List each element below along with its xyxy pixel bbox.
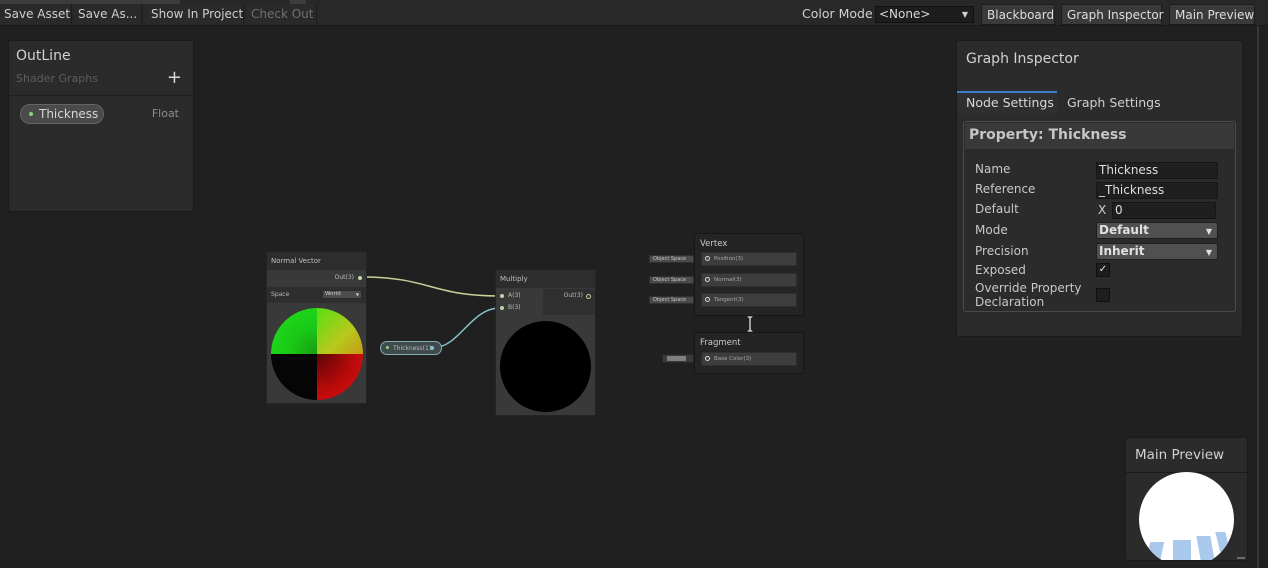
main-preview-title: Main Preview — [1135, 447, 1225, 463]
fragment-context[interactable]: Fragment Base Color(3) — [694, 332, 804, 374]
property-node-label: Thickness(1) — [393, 345, 432, 352]
multiply-node[interactable]: Multiply A(3) B(3) Out(3) — [495, 269, 596, 416]
input-port-b[interactable] — [500, 306, 504, 310]
property-header: Property: Thickness — [965, 123, 1234, 149]
input-port[interactable] — [705, 356, 710, 361]
exposed-checkbox[interactable]: ✓ — [1096, 263, 1110, 277]
reference-field[interactable]: _Thickness — [1096, 182, 1218, 199]
normal-space-chip[interactable]: Object Space — [649, 276, 694, 284]
override-label-line1: Override Property — [975, 281, 1082, 295]
check-icon: ✓ — [1098, 264, 1108, 275]
normal-vector-node[interactable]: Normal Vector Out(3) Space World ▼ — [266, 251, 367, 404]
output-port[interactable] — [586, 294, 591, 299]
preview-sphere[interactable] — [1139, 472, 1234, 560]
vertex-slot-position[interactable]: Position(3) — [701, 252, 797, 266]
fragment-slot-base-color[interactable]: Base Color(3) — [701, 352, 797, 366]
reference-label: Reference — [975, 182, 1036, 196]
slot-label: Base Color(3) — [714, 356, 752, 362]
name-label: Name — [975, 162, 1011, 176]
output-port[interactable] — [358, 276, 362, 280]
chip-label: Object Space — [653, 256, 687, 262]
override-declaration-label: Override Property Declaration — [975, 281, 1082, 309]
chip-label: Object Space — [653, 277, 687, 283]
base-color-swatch-chip[interactable] — [662, 354, 694, 363]
override-declaration-checkbox[interactable] — [1096, 288, 1110, 302]
fragment-title: Fragment — [700, 338, 741, 348]
tab-graph-settings[interactable]: Graph Settings — [1067, 93, 1161, 113]
exposed-label: Exposed — [975, 263, 1026, 277]
float-type-dot-icon — [386, 346, 389, 349]
input-port[interactable] — [705, 256, 710, 261]
mode-value: Default — [1099, 223, 1149, 237]
node-preview — [271, 308, 363, 400]
chevron-down-icon: ▼ — [1205, 248, 1212, 257]
tangent-space-chip[interactable]: Object Space — [649, 296, 694, 304]
wire-thickness-to-multiply[interactable] — [431, 307, 501, 349]
node-title: Multiply — [496, 270, 595, 288]
default-value-field[interactable]: 0 — [1112, 202, 1216, 219]
input-b-label: B(3) — [508, 304, 521, 311]
default-axis-label: X — [1098, 203, 1107, 217]
slot-label: Normal(3) — [714, 277, 742, 283]
precision-value: Inherit — [1099, 244, 1145, 258]
chip-label: Object Space — [653, 297, 687, 303]
position-space-chip[interactable]: Object Space — [649, 255, 694, 263]
mode-dropdown[interactable]: Default ▼ — [1096, 222, 1218, 239]
output-port-label: Out(3) — [334, 274, 354, 281]
vertex-context[interactable]: Vertex Position(3) Normal(3) Tangent(3) — [694, 233, 804, 316]
input-a-label: A(3) — [508, 292, 521, 299]
input-port[interactable] — [705, 297, 710, 302]
resize-handle-icon[interactable] — [1237, 557, 1245, 559]
output-port-label: Out(3) — [563, 292, 583, 299]
vertex-slot-normal[interactable]: Normal(3) — [701, 273, 797, 287]
chevron-down-icon: ▼ — [1205, 227, 1212, 236]
vertex-title: Vertex — [700, 239, 728, 249]
precision-label: Precision — [975, 244, 1029, 258]
input-port[interactable] — [705, 277, 710, 282]
wire-normal-to-multiply[interactable] — [361, 276, 501, 297]
vertex-slot-tangent[interactable]: Tangent(3) — [701, 293, 797, 307]
mode-label: Mode — [975, 223, 1008, 237]
slot-label: Position(3) — [714, 256, 744, 262]
space-label: Space — [271, 291, 290, 298]
space-dropdown[interactable]: World ▼ — [322, 290, 362, 299]
color-swatch — [667, 356, 686, 361]
property-settings-box: Property: Thickness Name Thickness Refer… — [963, 121, 1236, 312]
inspector-title: Graph Inspector — [966, 51, 1079, 67]
output-port[interactable] — [430, 346, 434, 350]
precision-dropdown[interactable]: Inherit ▼ — [1096, 243, 1218, 260]
chevron-down-icon: ▼ — [355, 292, 359, 297]
node-preview — [500, 321, 591, 412]
space-value: World — [325, 291, 341, 297]
name-field[interactable]: Thickness — [1096, 162, 1218, 179]
main-preview-panel: Main Preview — [1125, 437, 1248, 561]
graph-inspector-panel: Graph Inspector Node Settings Graph Sett… — [956, 40, 1243, 337]
slot-label: Tangent(3) — [714, 297, 744, 303]
override-label-line2: Declaration — [975, 295, 1045, 309]
tab-node-settings[interactable]: Node Settings — [957, 91, 1057, 113]
node-title: Normal Vector — [267, 252, 366, 270]
thickness-property-node[interactable]: Thickness(1) — [380, 341, 442, 355]
input-port-a[interactable] — [500, 294, 504, 298]
default-label: Default — [975, 202, 1019, 216]
